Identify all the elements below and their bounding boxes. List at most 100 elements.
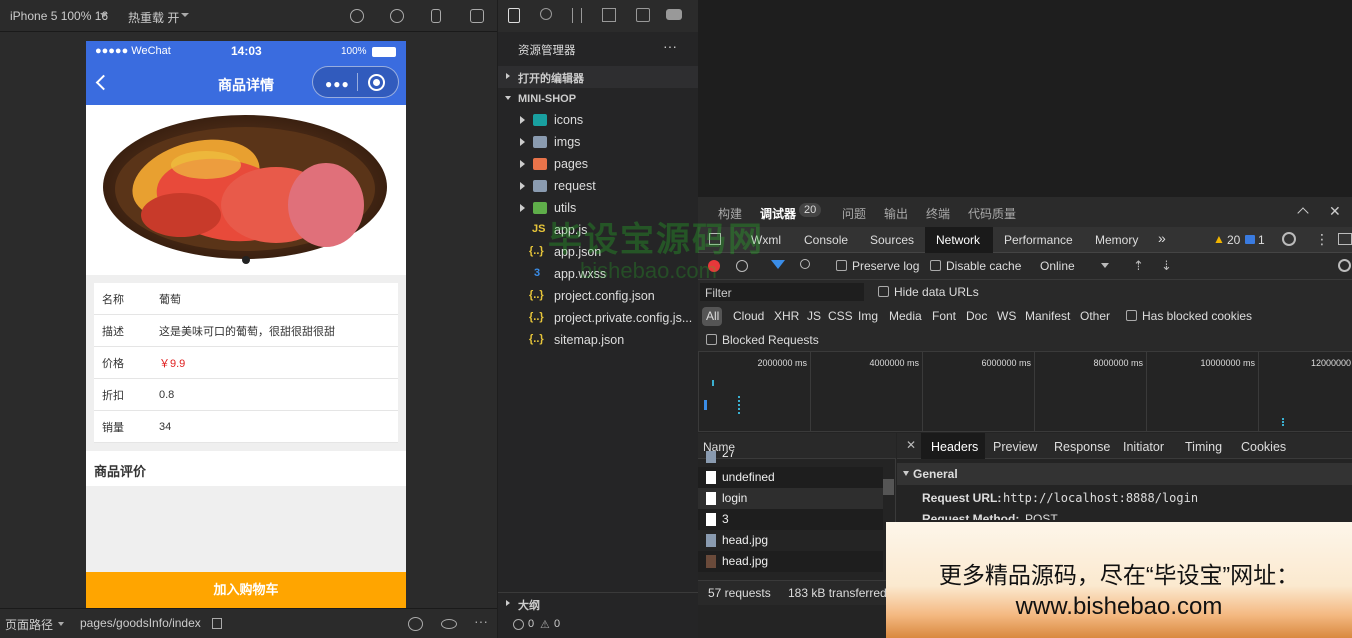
explorer-title: 资源管理器 <box>518 45 576 57</box>
tab-cookies[interactable]: Cookies <box>1241 440 1286 454</box>
type-cloud[interactable]: Cloud <box>733 309 764 323</box>
gear-icon[interactable] <box>1282 232 1296 246</box>
device-select[interactable]: iPhone 5 100% 16 <box>10 9 108 23</box>
import-icon[interactable]: ⇡ <box>1133 258 1144 274</box>
eye-icon[interactable] <box>441 619 457 629</box>
open-editors-section[interactable]: 打开的编辑器 <box>498 66 698 88</box>
request-row[interactable]: undefined <box>698 467 883 488</box>
add-to-cart-button[interactable]: 加入购物车 <box>86 572 406 608</box>
phone-icon[interactable] <box>431 9 441 23</box>
type-all[interactable]: All <box>706 309 719 323</box>
tree-file-project-private-config[interactable]: {..} project.private.config.js... <box>498 308 698 330</box>
filter-icon[interactable] <box>771 260 785 269</box>
more-icon[interactable]: ··· <box>474 613 488 629</box>
type-font[interactable]: Font <box>932 309 956 323</box>
type-media[interactable]: Media <box>889 309 922 323</box>
more-tabs-icon[interactable]: » <box>1158 230 1166 246</box>
tab-initiator[interactable]: Initiator <box>1123 440 1164 454</box>
tab-preview[interactable]: Preview <box>993 440 1037 454</box>
warning-count[interactable]: 20 <box>1227 233 1240 247</box>
storage-icon[interactable] <box>636 8 650 22</box>
kebab-menu-icon[interactable]: ⋮ <box>1315 231 1329 248</box>
copy-icon[interactable] <box>212 618 222 629</box>
type-xhr[interactable]: XHR <box>774 309 799 323</box>
extensions-icon[interactable] <box>602 8 616 22</box>
tab-headers[interactable]: Headers <box>931 440 978 454</box>
filter-input[interactable]: Filter <box>700 283 864 301</box>
info-row-desc: 描述 这是美味可口的葡萄，很甜很甜很甜 <box>94 315 398 347</box>
more-icon[interactable]: ●●● <box>325 77 350 91</box>
tree-folder-pages[interactable]: pages <box>498 154 698 176</box>
tree-file-project-config[interactable]: {..} project.config.json <box>498 286 698 308</box>
type-js[interactable]: JS <box>807 309 821 323</box>
message-icon <box>1245 235 1255 244</box>
type-img[interactable]: Img <box>858 309 878 323</box>
tree-folder-imgs[interactable]: imgs <box>498 132 698 154</box>
hot-reload-select[interactable]: 热重载 开 <box>128 9 179 26</box>
request-row-selected[interactable]: login <box>698 488 883 509</box>
project-section[interactable]: MINI-SHOP <box>498 88 698 110</box>
window-icon[interactable] <box>470 9 484 23</box>
network-timeline[interactable]: 2000000 ms 4000000 ms 6000000 ms 8000000… <box>698 352 1352 432</box>
close-icon[interactable]: ✕ <box>1329 203 1341 220</box>
clear-icon[interactable] <box>736 260 748 272</box>
tab-terminal[interactable]: 终端 <box>926 205 950 222</box>
goods-image-swiper[interactable] <box>86 105 406 275</box>
refresh-icon[interactable] <box>350 9 364 23</box>
has-blocked-cookies-checkbox[interactable]: Has blocked cookies <box>1126 309 1252 323</box>
document-file-icon <box>706 471 716 484</box>
hide-data-urls-checkbox[interactable]: Hide data URLs <box>878 285 979 299</box>
timeline-tick: 12000000 <box>1311 358 1352 368</box>
preserve-log-checkbox[interactable]: Preserve log <box>836 259 919 273</box>
throttle-select[interactable]: Online <box>1040 259 1075 273</box>
more-actions-icon[interactable]: ··· <box>663 38 677 54</box>
tree-file-sitemap[interactable]: {..} sitemap.json <box>498 330 698 352</box>
tab-performance[interactable]: Performance <box>1004 233 1073 247</box>
editor-area <box>698 0 1352 197</box>
export-icon[interactable]: ⇣ <box>1161 258 1172 274</box>
collapse-icon[interactable] <box>1297 207 1309 219</box>
tab-console[interactable]: Console <box>804 233 848 247</box>
type-css[interactable]: CSS <box>828 309 853 323</box>
close-miniprogram-icon[interactable] <box>368 74 385 91</box>
tab-sources[interactable]: Sources <box>870 233 914 247</box>
request-row[interactable]: 27 <box>698 451 883 463</box>
type-manifest[interactable]: Manifest <box>1025 309 1070 323</box>
tab-issues[interactable]: 问题 <box>842 205 866 222</box>
disable-cache-checkbox[interactable]: Disable cache <box>930 259 1021 273</box>
tab-response[interactable]: Response <box>1054 440 1110 454</box>
folder-icon <box>533 114 547 126</box>
close-icon[interactable]: ✕ <box>906 438 916 452</box>
general-section-header[interactable]: General <box>897 463 1352 485</box>
bug-icon[interactable] <box>408 617 423 631</box>
type-other[interactable]: Other <box>1080 309 1110 323</box>
blocked-requests-checkbox[interactable]: Blocked Requests <box>706 333 819 347</box>
request-row[interactable]: head.jpg <box>698 530 883 551</box>
scrollbar-thumb[interactable] <box>883 479 894 495</box>
request-row[interactable]: head.jpg <box>698 551 883 572</box>
ad-banner: 更多精品源码，尽在“毕设宝”网址： www.bishebao.com <box>886 522 1352 638</box>
tree-folder-request[interactable]: request <box>498 176 698 198</box>
network-settings-icon[interactable] <box>1338 259 1351 272</box>
tab-memory[interactable]: Memory <box>1095 233 1138 247</box>
search-icon[interactable] <box>800 259 810 269</box>
tab-output[interactable]: 输出 <box>884 205 908 222</box>
git-icon[interactable] <box>572 8 582 23</box>
outline-section[interactable]: 大纲 <box>498 592 698 614</box>
tab-debugger[interactable]: 调试器 <box>760 205 796 222</box>
dock-icon[interactable] <box>1338 233 1352 245</box>
type-doc[interactable]: Doc <box>966 309 987 323</box>
tab-timing[interactable]: Timing <box>1185 440 1222 454</box>
docker-icon[interactable] <box>666 9 682 20</box>
search-icon[interactable] <box>540 8 552 20</box>
page-path-label[interactable]: 页面路径 <box>5 616 53 633</box>
type-ws[interactable]: WS <box>997 309 1016 323</box>
tree-folder-icons[interactable]: icons <box>498 110 698 132</box>
request-row[interactable]: 3 <box>698 509 883 530</box>
tab-code-quality[interactable]: 代码质量 <box>968 205 1016 222</box>
request-url-label: Request URL: <box>922 491 1002 505</box>
stop-icon[interactable] <box>390 9 404 23</box>
explorer-icon[interactable] <box>508 8 520 23</box>
tab-network[interactable]: Network <box>936 233 980 247</box>
info-count[interactable]: 1 <box>1258 233 1265 247</box>
